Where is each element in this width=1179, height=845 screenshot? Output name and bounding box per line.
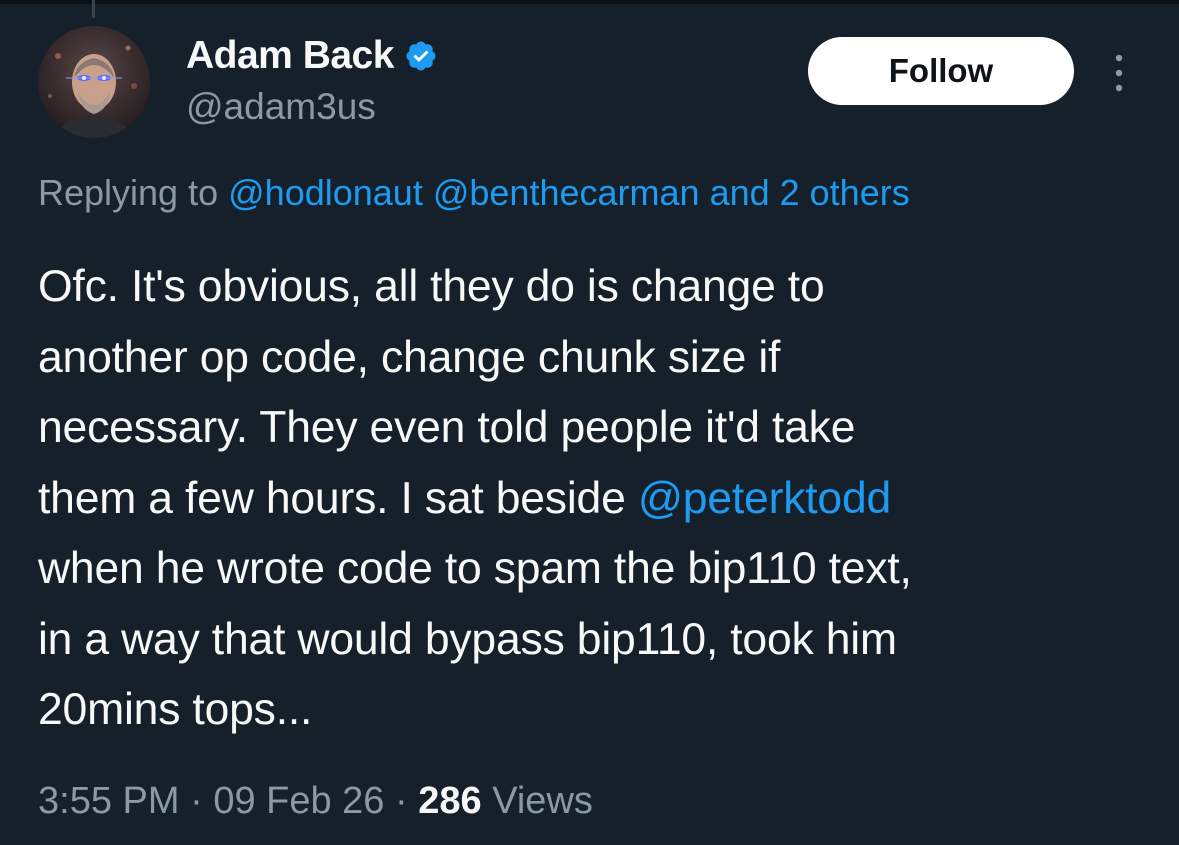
reply-mention-others[interactable]: and 2 others [710, 172, 910, 213]
verified-badge-icon[interactable] [404, 39, 438, 73]
tweet-date[interactable]: 09 Feb 26 [213, 780, 384, 822]
author-name-row: Adam Back [186, 32, 438, 80]
tweet-line: necessary. They even told people it'd ta… [38, 403, 856, 452]
tweet-metadata: 3:55 PM · 09 Feb 26 · 286 Views [38, 780, 593, 823]
tweet-line: when he wrote code to spam the bip110 te… [38, 544, 912, 593]
more-vertical-icon[interactable] [1106, 52, 1132, 94]
tweet-line: them a few hours. I sat beside @peterkto… [38, 464, 1158, 535]
reply-mention-benthecarman[interactable]: @benthecarman [433, 172, 700, 213]
tweet-mention-peterktodd[interactable]: @peterktodd [638, 474, 891, 523]
thread-connector-line [92, 0, 95, 18]
replying-to-label: Replying to [38, 172, 219, 213]
tweet-line: another op code, change chunk size if [38, 332, 781, 382]
tweet-line-text: them a few hours. I sat beside [38, 473, 638, 523]
views-label[interactable]: Views [492, 780, 593, 822]
replying-to: Replying to @hodlonaut @benthecarman and… [38, 172, 910, 214]
tweet-time[interactable]: 3:55 PM [38, 780, 180, 822]
reply-mention-hodlonaut[interactable]: @hodlonaut [228, 172, 423, 213]
tweet-line: 20mins tops... [38, 685, 313, 734]
meta-separator: · [395, 780, 408, 822]
avatar[interactable] [38, 26, 150, 138]
meta-separator: · [190, 780, 203, 822]
top-divider [0, 0, 1179, 4]
author-handle[interactable]: @adam3us [186, 86, 376, 128]
tweet-line: in a way that would bypass bip110, took … [38, 614, 897, 664]
tweet-line: Ofc. It's obvious, all they do is change… [38, 262, 825, 311]
tweet-body: Ofc. It's obvious, all they do is change… [38, 252, 1158, 746]
avatar-photo [38, 26, 150, 138]
views-count[interactable]: 286 [418, 780, 481, 822]
follow-button[interactable]: Follow [808, 37, 1074, 105]
author-display-name[interactable]: Adam Back [186, 34, 394, 78]
